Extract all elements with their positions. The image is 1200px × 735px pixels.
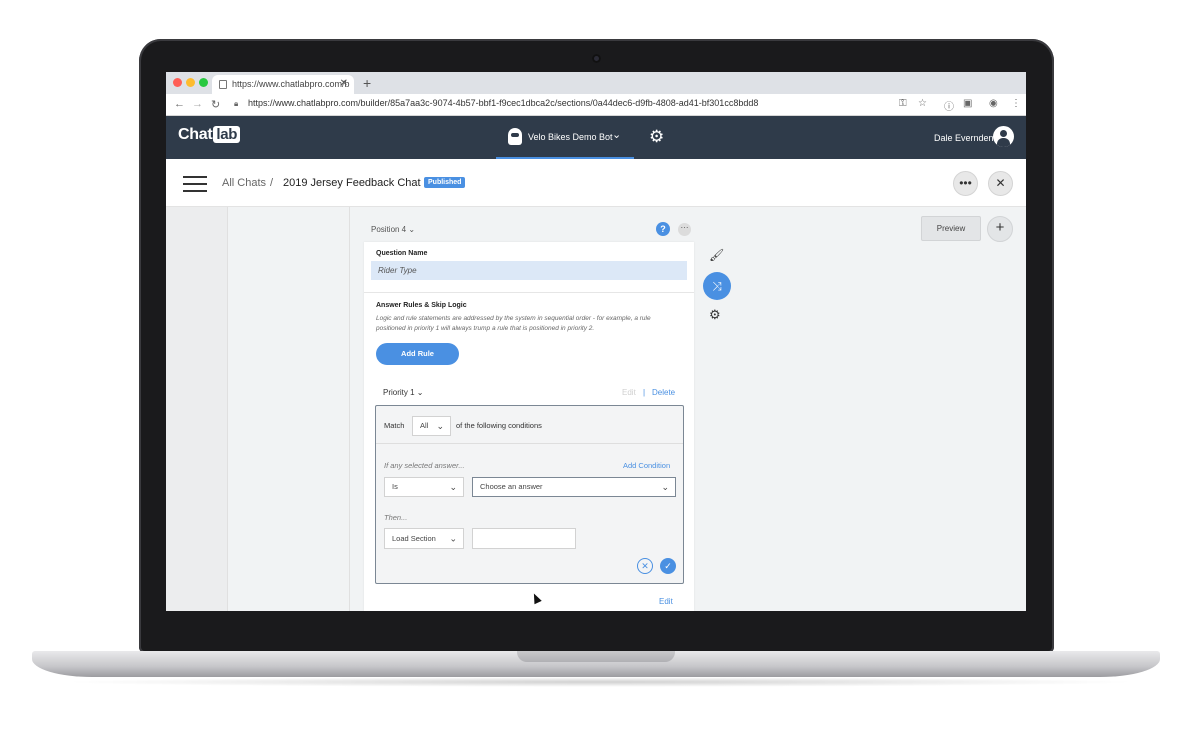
close-window-button[interactable]: [173, 78, 182, 87]
cancel-rule-button[interactable]: ✕: [637, 558, 653, 574]
address-bar[interactable]: 🔒︎ https://www.chatlabpro.com/builder/85…: [234, 98, 874, 112]
section-input[interactable]: [472, 528, 576, 549]
reload-icon[interactable]: ↻: [211, 98, 220, 111]
match-select[interactable]: All ⌄: [412, 416, 451, 436]
bot-avatar-icon: [508, 128, 522, 145]
user-name: Dale Evernden: [934, 133, 994, 143]
question-editor-card: Question Name Rider Type Answer Rules & …: [364, 242, 694, 611]
page-icon: [219, 80, 227, 89]
url-text: https://www.chatlabpro.com/builder/85a7a…: [248, 98, 759, 108]
new-tab-icon[interactable]: +: [363, 75, 371, 91]
answer-select[interactable]: Choose an answer ⌄: [472, 477, 676, 497]
tab-close-icon[interactable]: ✕: [340, 78, 348, 89]
builder-canvas: Position 4 ⌄ ? ··· Question Name Rider T…: [166, 207, 1026, 611]
chevron-down-icon: ⌄: [436, 421, 444, 431]
laptop-mockup: https://www.chatlabpro.com/b ✕ + ← → ↻ 🔒…: [0, 0, 1200, 735]
chevron-down-icon: ⌄: [449, 533, 457, 543]
rules-title: Answer Rules & Skip Logic: [376, 302, 467, 309]
chevron-down-icon: ⌄: [612, 129, 622, 141]
browser-toolbar: ← → ↻ 🔒︎ https://www.chatlabpro.com/buil…: [166, 94, 1026, 116]
save-rule-button[interactable]: ✓: [660, 558, 676, 574]
browser-tabbar: https://www.chatlabpro.com/b ✕ +: [166, 72, 1026, 94]
laptop-notch: [517, 651, 675, 662]
question-name-input[interactable]: Rider Type: [371, 261, 687, 280]
edit-rule-link[interactable]: Edit: [622, 388, 636, 397]
sections-panel: [228, 207, 350, 611]
settings-gear-icon[interactable]: ⚙: [649, 127, 664, 147]
star-icon[interactable]: ☆: [918, 98, 927, 109]
edit-link[interactable]: Edit: [659, 597, 673, 606]
conditions-label: of the following conditions: [456, 421, 542, 430]
preview-button[interactable]: Preview: [921, 216, 981, 241]
add-condition-link[interactable]: Add Condition: [623, 461, 670, 470]
close-button[interactable]: ✕: [988, 171, 1013, 196]
then-label: Then...: [384, 513, 408, 522]
link-separator: |: [643, 388, 646, 397]
hamburger-menu-icon[interactable]: [183, 176, 207, 192]
page-title: 2019 Jersey Feedback Chat: [283, 177, 421, 189]
add-section-button[interactable]: +: [987, 216, 1013, 242]
delete-rule-link[interactable]: Delete: [652, 388, 675, 397]
priority-dropdown[interactable]: Priority 1 ⌄: [383, 388, 424, 397]
laptop-shadow: [60, 677, 1140, 687]
browser-tab[interactable]: https://www.chatlabpro.com/b ✕: [212, 75, 354, 94]
match-label: Match: [384, 421, 405, 430]
user-avatar-icon[interactable]: [993, 126, 1014, 147]
help-icon[interactable]: ?: [656, 222, 670, 236]
chevron-down-icon: ⌄: [661, 482, 669, 492]
operator-select[interactable]: Is ⌄: [384, 477, 464, 497]
chevron-down-icon: ⌄: [449, 482, 457, 492]
forward-icon[interactable]: →: [192, 98, 203, 110]
if-answer-label: If any selected answer...: [384, 461, 465, 470]
more-options-button[interactable]: •••: [953, 171, 978, 196]
maximize-window-button[interactable]: [199, 78, 208, 87]
position-dropdown[interactable]: Position 4 ⌄: [371, 225, 415, 234]
breadcrumb-separator: /: [270, 177, 274, 189]
camera-dot: [592, 54, 601, 63]
add-rule-button[interactable]: Add Rule: [376, 343, 459, 365]
question-settings-gear-icon[interactable]: ⚙: [709, 307, 721, 323]
action-select[interactable]: Load Section ⌄: [384, 528, 464, 549]
rule-editor-box: Match All ⌄ of the following conditions …: [375, 405, 684, 584]
status-badge: Published: [424, 177, 466, 188]
brush-icon[interactable]: 🖌︎: [709, 248, 724, 262]
question-more-icon[interactable]: ···: [678, 223, 691, 236]
tab-title: https://www.chatlabpro.com/b: [232, 79, 350, 89]
profile-icon[interactable]: ◉: [989, 98, 998, 109]
key-icon[interactable]: ⚿: [899, 98, 907, 109]
bot-selector-dropdown[interactable]: Velo Bikes Demo Bot ⌄: [496, 116, 634, 159]
match-row: Match All ⌄ of the following conditions: [376, 406, 683, 444]
back-icon[interactable]: ←: [174, 98, 185, 110]
lock-icon: 🔒︎: [234, 99, 239, 108]
app-header: Chat lab Velo Bikes Demo Bot ⌄ ⚙ Dale Eve…: [166, 116, 1026, 159]
menu-kebab-icon[interactable]: ⋮: [1011, 98, 1021, 109]
question-name-label: Question Name: [376, 250, 428, 257]
breadcrumb-all-chats[interactable]: All Chats: [222, 177, 266, 189]
shuffle-logic-icon[interactable]: ⤨: [703, 272, 731, 300]
rules-help-text: Logic and rule statements are addressed …: [376, 315, 651, 332]
screen: https://www.chatlabpro.com/b ✕ + ← → ↻ 🔒…: [166, 72, 1026, 611]
extension-icon[interactable]: ▣: [963, 98, 972, 109]
bot-name: Velo Bikes Demo Bot: [528, 132, 613, 142]
chatlab-logo[interactable]: Chat lab: [178, 126, 241, 144]
left-panel: [166, 207, 228, 611]
divider: [364, 292, 694, 293]
info-extension-icon[interactable]: ⓘ: [944, 98, 954, 113]
page-subheader: All Chats / 2019 Jersey Feedback Chat Pu…: [166, 159, 1026, 207]
minimize-window-button[interactable]: [186, 78, 195, 87]
